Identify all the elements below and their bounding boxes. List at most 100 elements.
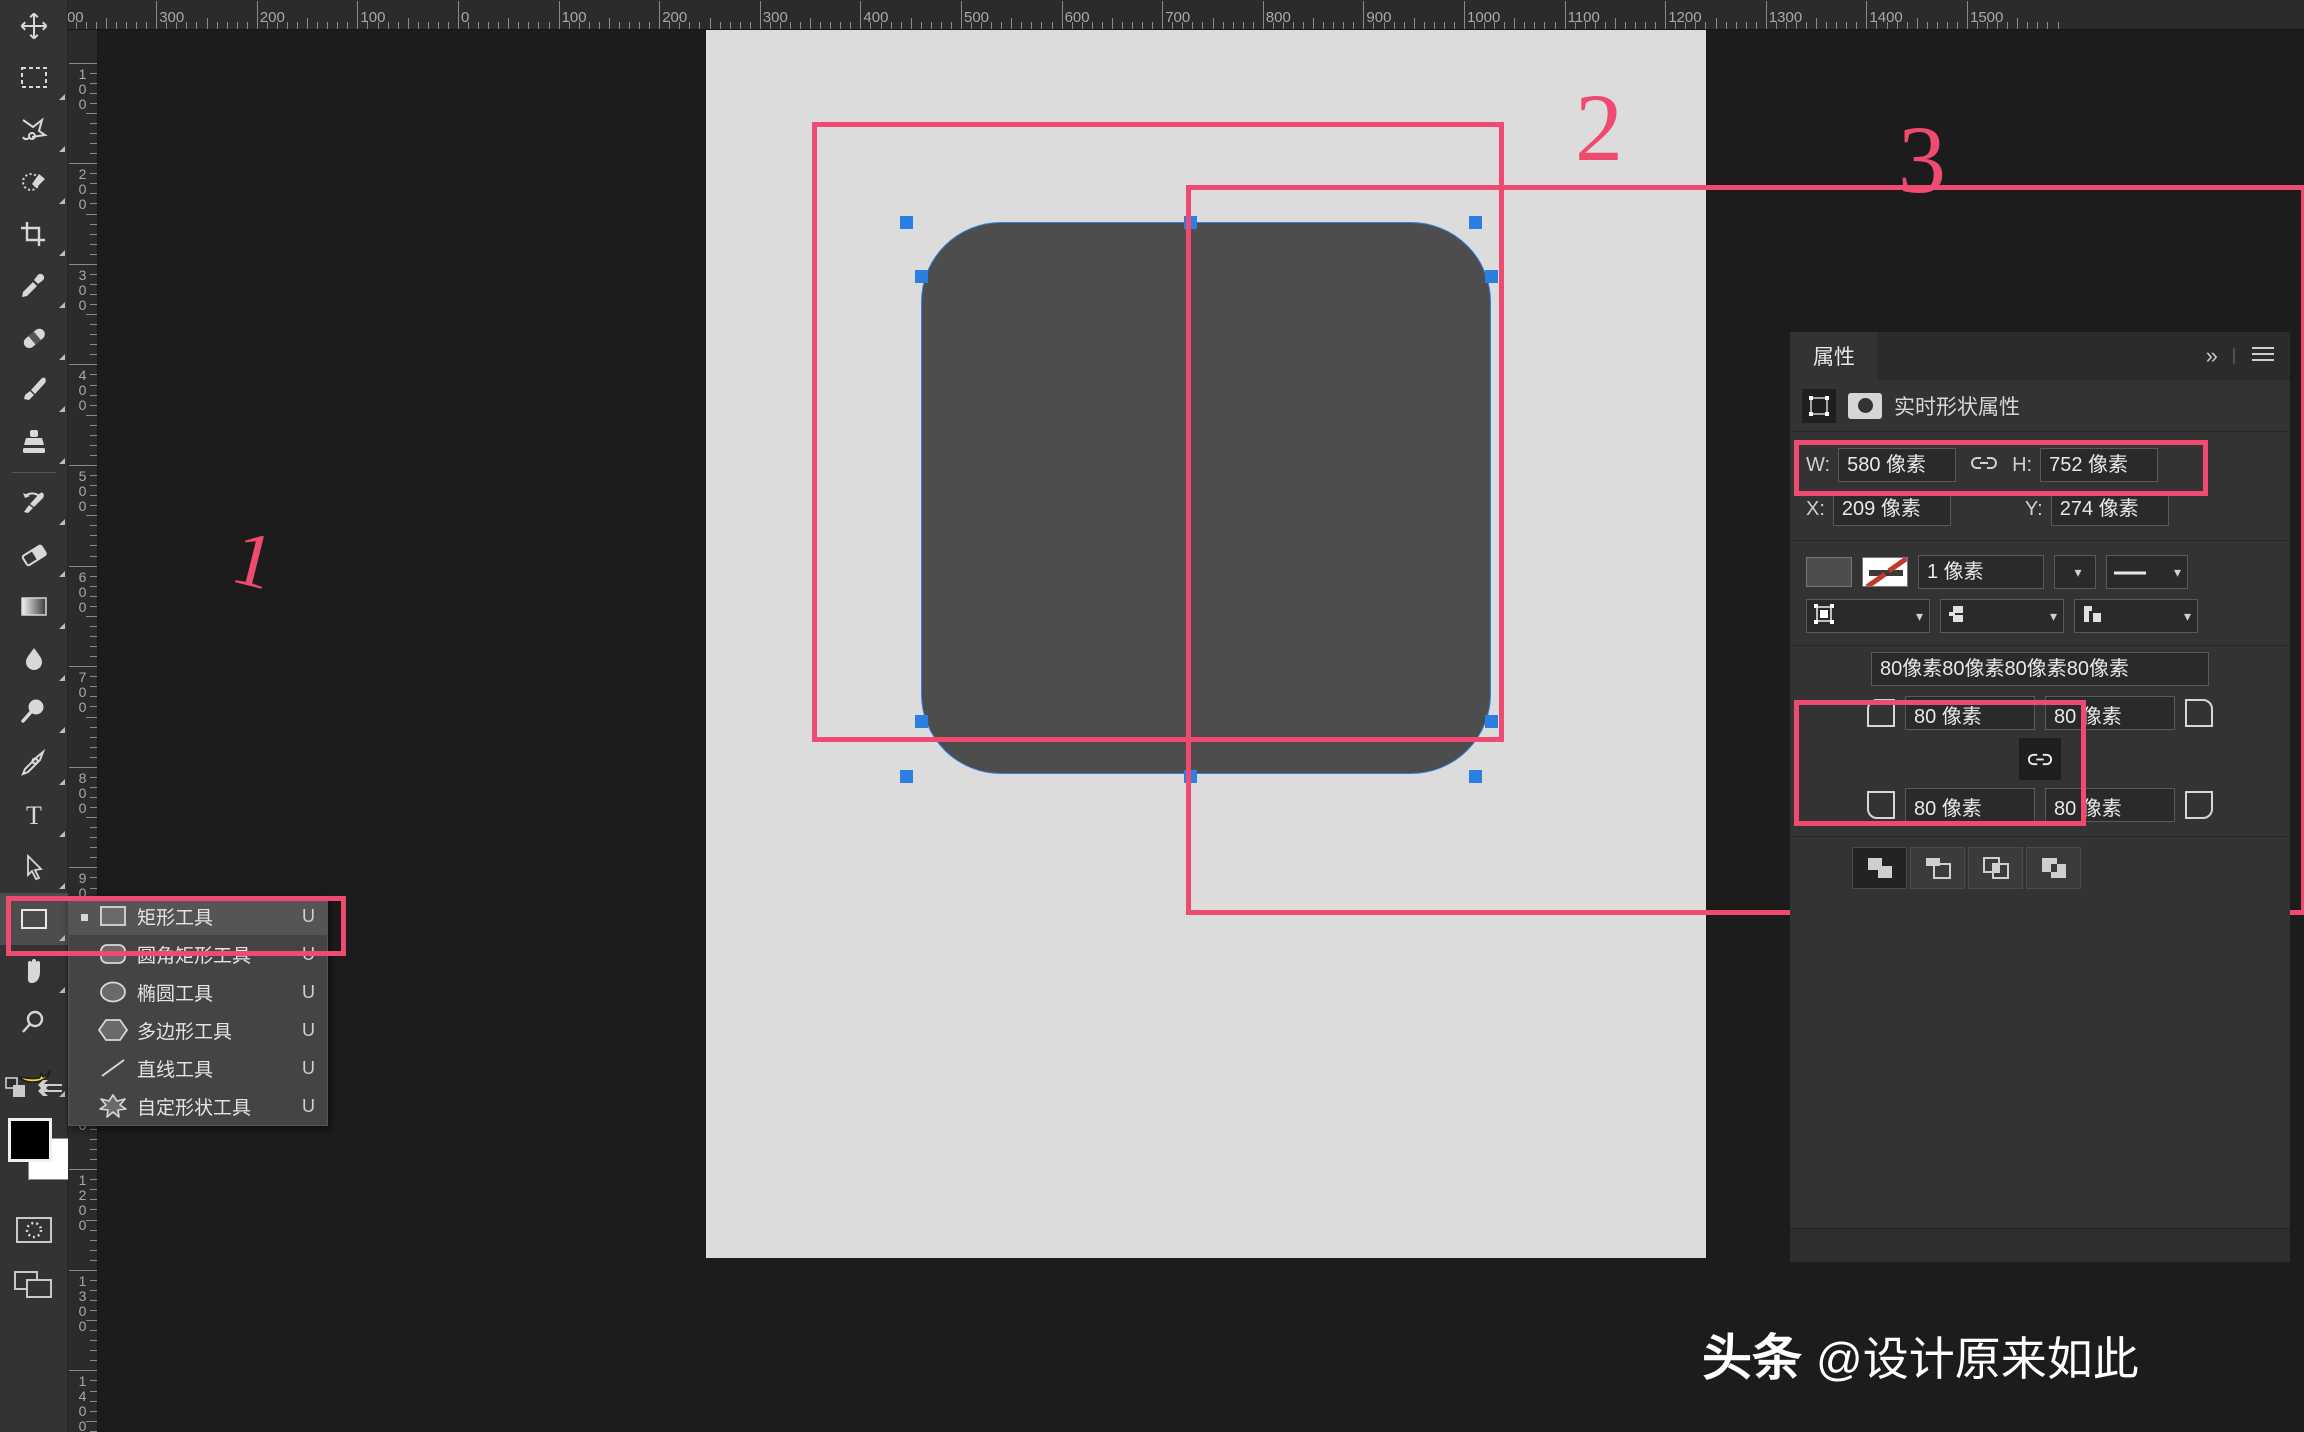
path-selection-tool[interactable]	[0, 841, 68, 893]
flyout-item-3[interactable]: 多边形工具U	[69, 1011, 327, 1049]
swap-arrows-icon[interactable]	[38, 1077, 64, 1104]
marquee-tool[interactable]	[0, 52, 68, 104]
ruler-tick-minor	[1011, 18, 1012, 29]
shape-handle-top-center[interactable]	[1184, 216, 1197, 229]
shape-handle-bottom-center[interactable]	[1184, 770, 1197, 783]
shape-handle-right-lower[interactable]	[1485, 715, 1498, 728]
stroke-width-input[interactable]: 1 像素	[1918, 555, 2044, 589]
ruler-tick-minor	[90, 354, 97, 355]
ruler-tick-minor	[90, 1179, 97, 1180]
width-input[interactable]: 580 像素	[1838, 448, 1956, 482]
shape-handle-top-right[interactable]	[1469, 216, 1482, 229]
shape-handle-top-left[interactable]	[900, 216, 913, 229]
blur-tool[interactable]	[0, 633, 68, 685]
layer-mask-icon[interactable]	[1848, 393, 1882, 419]
flyout-item-0[interactable]: 矩形工具U	[69, 897, 327, 935]
screen-mode-button[interactable]	[0, 1244, 68, 1300]
gradient-tool[interactable]	[0, 581, 68, 633]
link-chain-icon[interactable]	[1970, 455, 1998, 476]
shape-handle-left-lower[interactable]	[915, 715, 928, 728]
flyout-item-4[interactable]: 直线工具U	[69, 1049, 327, 1087]
top-left-corner-icon[interactable]	[1867, 699, 1895, 727]
eraser-tool[interactable]	[0, 529, 68, 581]
top-left-radius-input[interactable]: 80 像素	[1905, 696, 2035, 730]
history-brush-tool[interactable]	[0, 477, 68, 529]
combine-shapes-button[interactable]	[1852, 847, 1907, 889]
exclude-shape-button[interactable]	[2026, 847, 2081, 889]
color-swatches[interactable]	[0, 1116, 68, 1202]
rectangular-marquee-icon	[19, 65, 49, 91]
type-tool[interactable]: T	[0, 789, 68, 841]
ellipse-icon	[93, 981, 133, 1003]
bottom-right-radius-input[interactable]: 80 像素	[2045, 788, 2175, 822]
fill-color-swatch[interactable]	[1806, 557, 1852, 587]
stroke-corner-dropdown[interactable]: ▾	[2074, 599, 2198, 633]
subtract-shape-button[interactable]	[1910, 847, 1965, 889]
shape-handle-bottom-left[interactable]	[900, 770, 913, 783]
flyout-item-2[interactable]: 椭圆工具U	[69, 973, 327, 1011]
stroke-align-dropdown[interactable]: ▾	[1806, 599, 1930, 633]
healing-bandage-icon	[19, 324, 49, 352]
lasso-tool[interactable]	[0, 104, 68, 156]
properties-panel[interactable]: 属性 » | 实时形状属性 W: 580 像素	[1790, 332, 2290, 1262]
move-tool[interactable]	[0, 0, 68, 52]
hamburger-menu-icon[interactable]	[2250, 345, 2276, 368]
subtract-shape-icon	[1923, 855, 1953, 881]
dodge-tool[interactable]	[0, 685, 68, 737]
flyout-item-1[interactable]: 圆角矩形工具U	[69, 935, 327, 973]
ruler-tick-minor	[1585, 22, 1586, 29]
pen-tool[interactable]	[0, 737, 68, 789]
shape-tool-flyout[interactable]: 矩形工具U圆角矩形工具U椭圆工具U多边形工具U直线工具U自定形状工具U	[68, 896, 328, 1126]
bottom-left-corner-icon[interactable]	[1867, 791, 1895, 819]
ruler-tick-major	[961, 1, 962, 29]
shape-handle-right-upper[interactable]	[1485, 270, 1498, 283]
flyout-item-shortcut: U	[302, 944, 315, 965]
shape-tool[interactable]	[0, 893, 68, 945]
clone-stamp-tool[interactable]	[0, 416, 68, 468]
corner-radius-summary[interactable]: 80像素80像素80像素80像素	[1871, 652, 2209, 686]
top-right-radius-input[interactable]: 80 像素	[2045, 696, 2175, 730]
hand-tool[interactable]	[0, 945, 68, 997]
horizontal-ruler[interactable]: 6005004003002001000100200300400500600700…	[68, 0, 2304, 30]
height-input[interactable]: 752 像素	[2040, 448, 2158, 482]
flyout-active-marker	[75, 905, 93, 927]
brush-tool[interactable]	[0, 364, 68, 416]
rounded-rectangle-shape[interactable]	[921, 222, 1491, 774]
stroke-caps-dropdown[interactable]: ▾	[1940, 599, 2064, 633]
foreground-color-swatch[interactable]	[8, 1118, 52, 1162]
tab-properties[interactable]: 属性	[1790, 332, 1878, 380]
ruler-tick-minor	[498, 22, 499, 29]
spot-healing-tool[interactable]	[0, 312, 68, 364]
zoom-tool[interactable]	[0, 997, 68, 1049]
bottom-left-radius-input[interactable]: 80 像素	[1905, 788, 2035, 822]
flyout-item-5[interactable]: 自定形状工具U	[69, 1087, 327, 1125]
artboard[interactable]	[706, 30, 1706, 1258]
link-radius-button[interactable]	[2019, 738, 2061, 780]
ruler-tick-minor	[448, 22, 449, 29]
eyedropper-tool[interactable]	[0, 260, 68, 312]
stroke-color-swatch[interactable]	[1862, 557, 1908, 587]
ruler-tick-minor	[90, 485, 97, 486]
intersect-shape-button[interactable]	[1968, 847, 2023, 889]
shape-handle-left-upper[interactable]	[915, 270, 928, 283]
bottom-right-corner-icon[interactable]	[2185, 791, 2213, 819]
ruler-tick-minor	[1313, 18, 1314, 29]
vertical-ruler[interactable]: 1002003004005006007008009001000110012001…	[68, 30, 98, 1432]
shape-handle-bottom-right[interactable]	[1469, 770, 1482, 783]
top-right-corner-icon[interactable]	[2185, 699, 2213, 727]
ruler-tick-minor	[599, 22, 600, 29]
x-input[interactable]: 209 像素	[1833, 492, 1951, 526]
stroke-style-dropdown[interactable]: ▾	[2106, 555, 2188, 589]
double-chevron-right-icon[interactable]: »	[2206, 343, 2218, 369]
flyout-triangle-icon	[59, 458, 65, 464]
ruler-tick-minor	[367, 22, 368, 29]
y-input[interactable]: 274 像素	[2051, 492, 2169, 526]
more-tools-icon[interactable]	[5, 1077, 29, 1104]
quick-mask-button[interactable]	[0, 1202, 68, 1244]
shape-transform-icon[interactable]	[1802, 389, 1836, 423]
pen-nib-icon	[19, 749, 49, 777]
stroke-width-dropdown[interactable]: ▾	[2054, 555, 2096, 589]
chevron-down-icon: ▾	[2074, 564, 2081, 581]
crop-tool[interactable]	[0, 208, 68, 260]
quick-selection-tool[interactable]	[0, 156, 68, 208]
